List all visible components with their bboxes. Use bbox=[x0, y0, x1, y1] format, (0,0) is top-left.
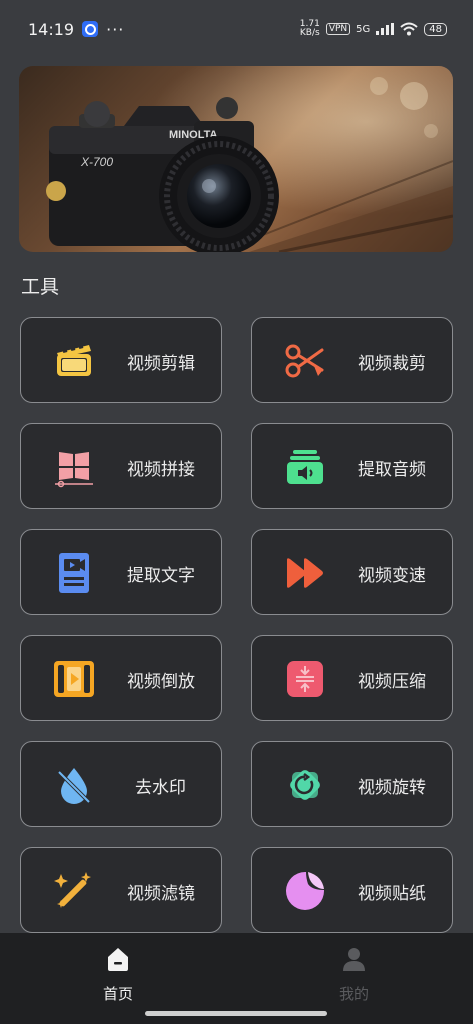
status-bar: 14:19 ··· 1.71 KB/s VPN 5G 48 bbox=[0, 0, 473, 58]
tool-label: 视频拼接 bbox=[127, 459, 195, 480]
home-icon bbox=[108, 948, 128, 971]
tool-remove-watermark-button[interactable]: 去水印 bbox=[20, 741, 222, 827]
battery-icon: 48 bbox=[424, 22, 447, 36]
tool-video-sticker-button[interactable]: 视频贴纸 bbox=[251, 847, 453, 933]
tool-label: 提取文字 bbox=[127, 565, 195, 586]
section-title-tools: 工具 bbox=[21, 276, 60, 298]
tool-video-speed-button[interactable]: 视频变速 bbox=[251, 529, 453, 615]
tool-label: 视频变速 bbox=[358, 565, 426, 586]
sticker-icon bbox=[286, 872, 324, 910]
network-type: 5G bbox=[356, 23, 371, 35]
tool-label: 视频滤镜 bbox=[127, 883, 195, 904]
camera-illustration: MINOLTA X-700 bbox=[19, 66, 453, 252]
compress-icon bbox=[287, 661, 323, 697]
scissors-icon bbox=[285, 344, 324, 378]
tab-home[interactable]: 首页 bbox=[78, 945, 158, 1004]
signal-icon bbox=[376, 23, 395, 35]
tool-video-merge-button[interactable]: 视频拼接 bbox=[20, 423, 222, 509]
tab-label-mine: 我的 bbox=[338, 985, 369, 1003]
network-speed: 1.71 KB/s bbox=[299, 19, 320, 38]
tool-video-edit-button[interactable]: 视频剪辑 bbox=[20, 317, 222, 403]
tool-label: 视频裁剪 bbox=[358, 353, 426, 374]
status-time: 14:19 bbox=[28, 19, 75, 39]
tool-label: 视频倒放 bbox=[127, 671, 195, 692]
home-indicator[interactable] bbox=[145, 1011, 327, 1016]
tool-video-filter-button[interactable]: 视频滤镜 bbox=[20, 847, 222, 933]
tool-video-compress-button[interactable]: 视频压缩 bbox=[251, 635, 453, 721]
rotate-icon bbox=[290, 770, 320, 800]
tools-grid: 视频剪辑 视频裁剪 视频拼接 提取音频 提取文字 视频变速 视频倒放 视频压缩 … bbox=[20, 317, 453, 933]
fast-forward-icon bbox=[287, 558, 323, 588]
banner-image[interactable]: MINOLTA X-700 bbox=[19, 66, 453, 252]
tool-label: 视频旋转 bbox=[358, 777, 426, 798]
tool-video-crop-button[interactable]: 视频裁剪 bbox=[251, 317, 453, 403]
no-water-drop-icon bbox=[57, 768, 91, 804]
vpn-badge: VPN bbox=[325, 23, 351, 35]
svg-text:X-700: X-700 bbox=[80, 155, 113, 169]
film-play-icon bbox=[54, 661, 94, 697]
split-window-icon bbox=[55, 452, 93, 488]
user-icon bbox=[343, 948, 365, 971]
tab-mine[interactable]: 我的 bbox=[314, 945, 394, 1004]
tool-label: 去水印 bbox=[135, 777, 186, 798]
text-doc-icon bbox=[59, 553, 89, 593]
app-notification-icon bbox=[82, 21, 99, 37]
tab-label-home: 首页 bbox=[102, 985, 133, 1003]
magic-wand-icon bbox=[54, 872, 91, 908]
tool-label: 视频贴纸 bbox=[358, 883, 426, 904]
wifi-icon bbox=[400, 22, 418, 36]
tool-label: 提取音频 bbox=[358, 459, 426, 480]
tool-label: 视频剪辑 bbox=[127, 353, 195, 374]
tool-extract-text-button[interactable]: 提取文字 bbox=[20, 529, 222, 615]
tool-extract-audio-button[interactable]: 提取音频 bbox=[251, 423, 453, 509]
audio-extract-icon bbox=[287, 450, 323, 484]
tool-label: 视频压缩 bbox=[358, 671, 426, 692]
tool-video-reverse-button[interactable]: 视频倒放 bbox=[20, 635, 222, 721]
clapperboard-icon bbox=[57, 345, 91, 376]
more-notifications-icon: ··· bbox=[106, 19, 125, 39]
tool-video-rotate-button[interactable]: 视频旋转 bbox=[251, 741, 453, 827]
